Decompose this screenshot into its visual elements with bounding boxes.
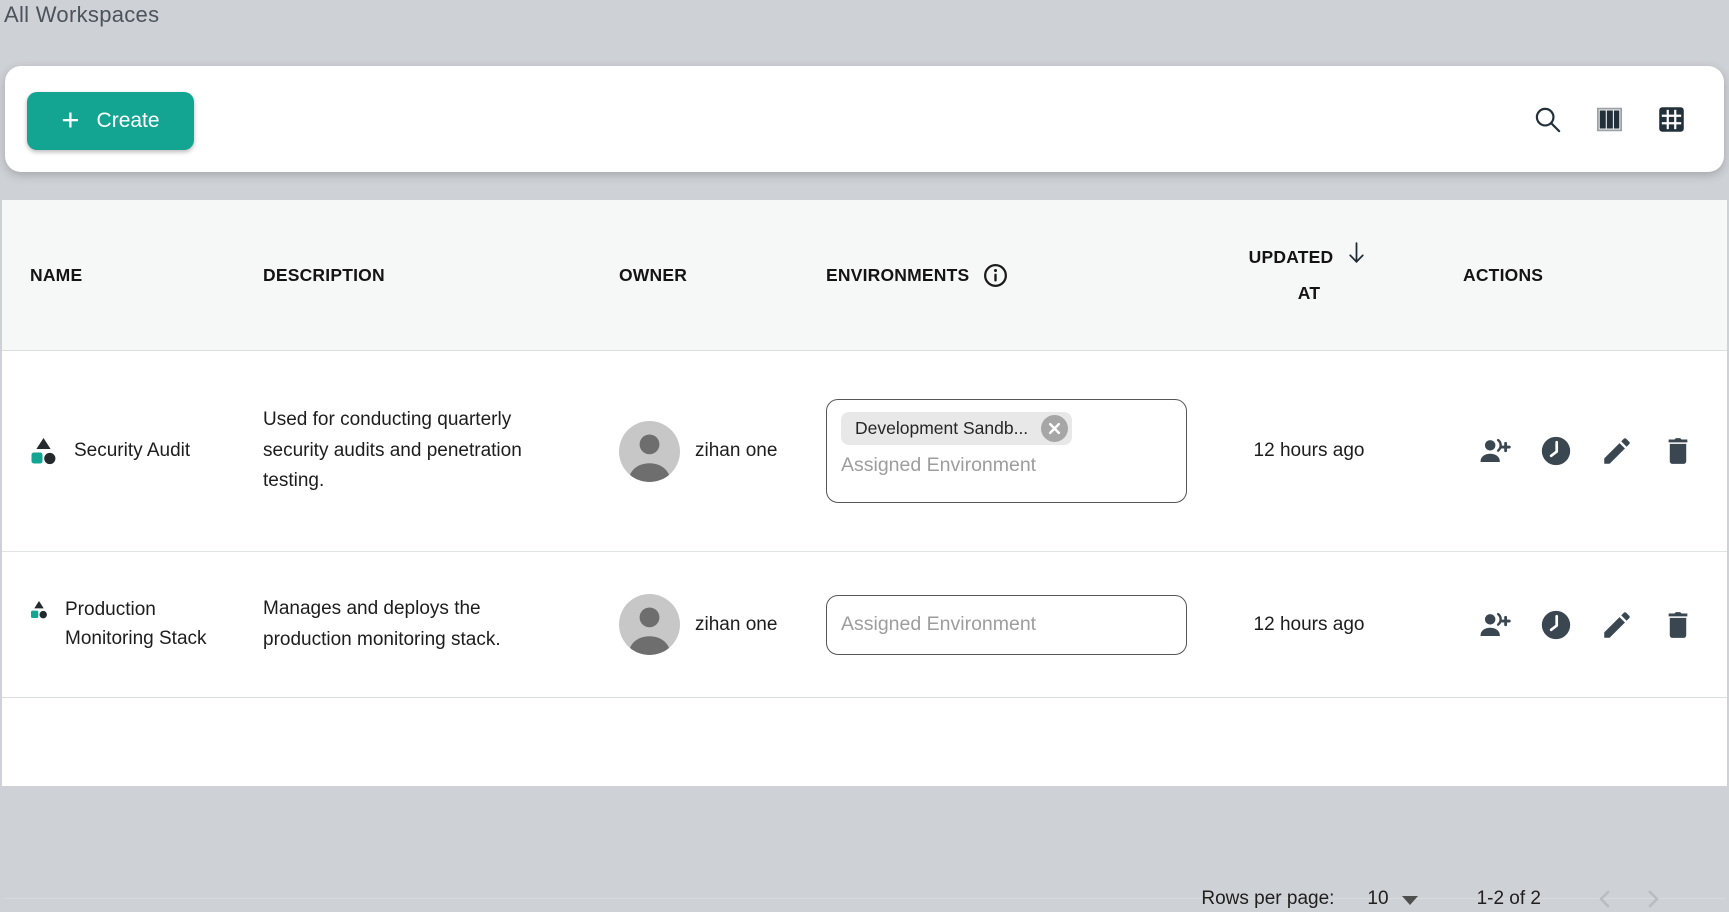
- workspace-name-cell: Security Audit: [30, 437, 263, 466]
- close-icon: [1048, 422, 1061, 435]
- environments-header-label: ENVIRONMENTS: [826, 265, 969, 286]
- search-icon[interactable]: [1532, 104, 1563, 135]
- info-icon[interactable]: [982, 262, 1009, 289]
- updated-at-label-line2: AT: [1298, 283, 1320, 304]
- person-add-icon: [1478, 434, 1512, 468]
- page-range: 1-2 of 2: [1477, 888, 1541, 910]
- workspace-icon: [30, 437, 57, 466]
- sort-descending-icon[interactable]: [1344, 240, 1369, 267]
- delete-button[interactable]: [1661, 434, 1695, 468]
- chevron-right-icon: [1640, 886, 1666, 912]
- chevron-left-icon: [1592, 886, 1618, 912]
- environments-cell: Development Sandb... Assigned Environmen…: [826, 399, 1196, 503]
- workspace-description: Manages and deploys the production monit…: [263, 594, 517, 656]
- rows-per-page-select[interactable]: 10: [1367, 888, 1417, 910]
- workspace-icon: [30, 600, 48, 620]
- grid-view-icon[interactable]: [1656, 104, 1687, 135]
- chip-remove-button[interactable]: [1041, 415, 1068, 442]
- environment-chip[interactable]: Development Sandb...: [841, 412, 1072, 445]
- updated-at-label-line1: UPDATED: [1249, 247, 1334, 268]
- environments-input[interactable]: Assigned Environment: [826, 595, 1187, 655]
- owner-avatar: [619, 594, 680, 655]
- rows-per-page-label: Rows per page:: [1201, 888, 1334, 910]
- updated-at: 12 hours ago: [1196, 440, 1422, 462]
- person-add-icon: [1478, 608, 1512, 642]
- rows-per-page-value: 10: [1367, 888, 1388, 910]
- history-button[interactable]: [1539, 608, 1573, 642]
- owner-avatar: [619, 421, 680, 482]
- column-header-updated-at[interactable]: UPDATED AT: [1196, 247, 1422, 304]
- workspaces-table: NAME DESCRIPTION OWNER ENVIRONMENTS UPDA…: [2, 200, 1727, 786]
- chip-label: Development Sandb...: [855, 418, 1028, 439]
- clock-icon: [1539, 434, 1573, 468]
- column-header-actions: ACTIONS: [1463, 265, 1727, 286]
- owner-name: zihan one: [695, 440, 777, 462]
- workspace-name: Security Audit: [74, 437, 190, 466]
- environment-placeholder: Assigned Environment: [841, 454, 1172, 477]
- pencil-icon: [1600, 434, 1634, 468]
- column-header-environments: ENVIRONMENTS: [826, 262, 1196, 289]
- dropdown-arrow-icon: [1402, 896, 1418, 905]
- owner-name: zihan one: [695, 614, 777, 636]
- next-page-button[interactable]: [1640, 886, 1666, 912]
- column-header-description: DESCRIPTION: [263, 265, 619, 286]
- workspace-name: Production Monitoring Stack: [65, 596, 225, 653]
- toolbar-icons: [1532, 66, 1687, 172]
- trash-icon: [1661, 434, 1695, 468]
- previous-page-button[interactable]: [1592, 886, 1618, 912]
- table-row: Production Monitoring Stack Manages and …: [2, 552, 1727, 698]
- create-button-label: Create: [97, 109, 160, 133]
- owner-cell: zihan one: [619, 421, 826, 482]
- workspace-description: Used for conducting quarterly security a…: [263, 405, 539, 497]
- trash-icon: [1661, 608, 1695, 642]
- table-row: Security Audit Used for conducting quart…: [2, 351, 1727, 552]
- column-header-name: NAME: [30, 265, 263, 286]
- table-header: NAME DESCRIPTION OWNER ENVIRONMENTS UPDA…: [2, 200, 1727, 351]
- add-user-button[interactable]: [1478, 434, 1512, 468]
- column-header-owner: OWNER: [619, 265, 826, 286]
- toolbar-card: + Create: [5, 66, 1724, 172]
- actions-cell: [1478, 434, 1727, 468]
- history-button[interactable]: [1539, 434, 1573, 468]
- pagination-footer: Rows per page: 10 1-2 of 2: [4, 898, 1725, 899]
- environment-placeholder: Assigned Environment: [841, 613, 1036, 636]
- workspace-name-cell: Production Monitoring Stack: [30, 596, 263, 653]
- edit-button[interactable]: [1600, 608, 1634, 642]
- actions-cell: [1478, 608, 1727, 642]
- clock-icon: [1539, 608, 1573, 642]
- edit-button[interactable]: [1600, 434, 1634, 468]
- environments-cell: Assigned Environment: [826, 595, 1196, 655]
- delete-button[interactable]: [1661, 608, 1695, 642]
- page-title: All Workspaces: [4, 2, 159, 28]
- pencil-icon: [1600, 608, 1634, 642]
- create-button[interactable]: + Create: [27, 92, 194, 150]
- owner-cell: zihan one: [619, 594, 826, 655]
- environments-input[interactable]: Development Sandb... Assigned Environmen…: [826, 399, 1187, 503]
- add-user-button[interactable]: [1478, 608, 1512, 642]
- view-column-icon[interactable]: [1594, 104, 1625, 135]
- updated-at: 12 hours ago: [1196, 614, 1422, 636]
